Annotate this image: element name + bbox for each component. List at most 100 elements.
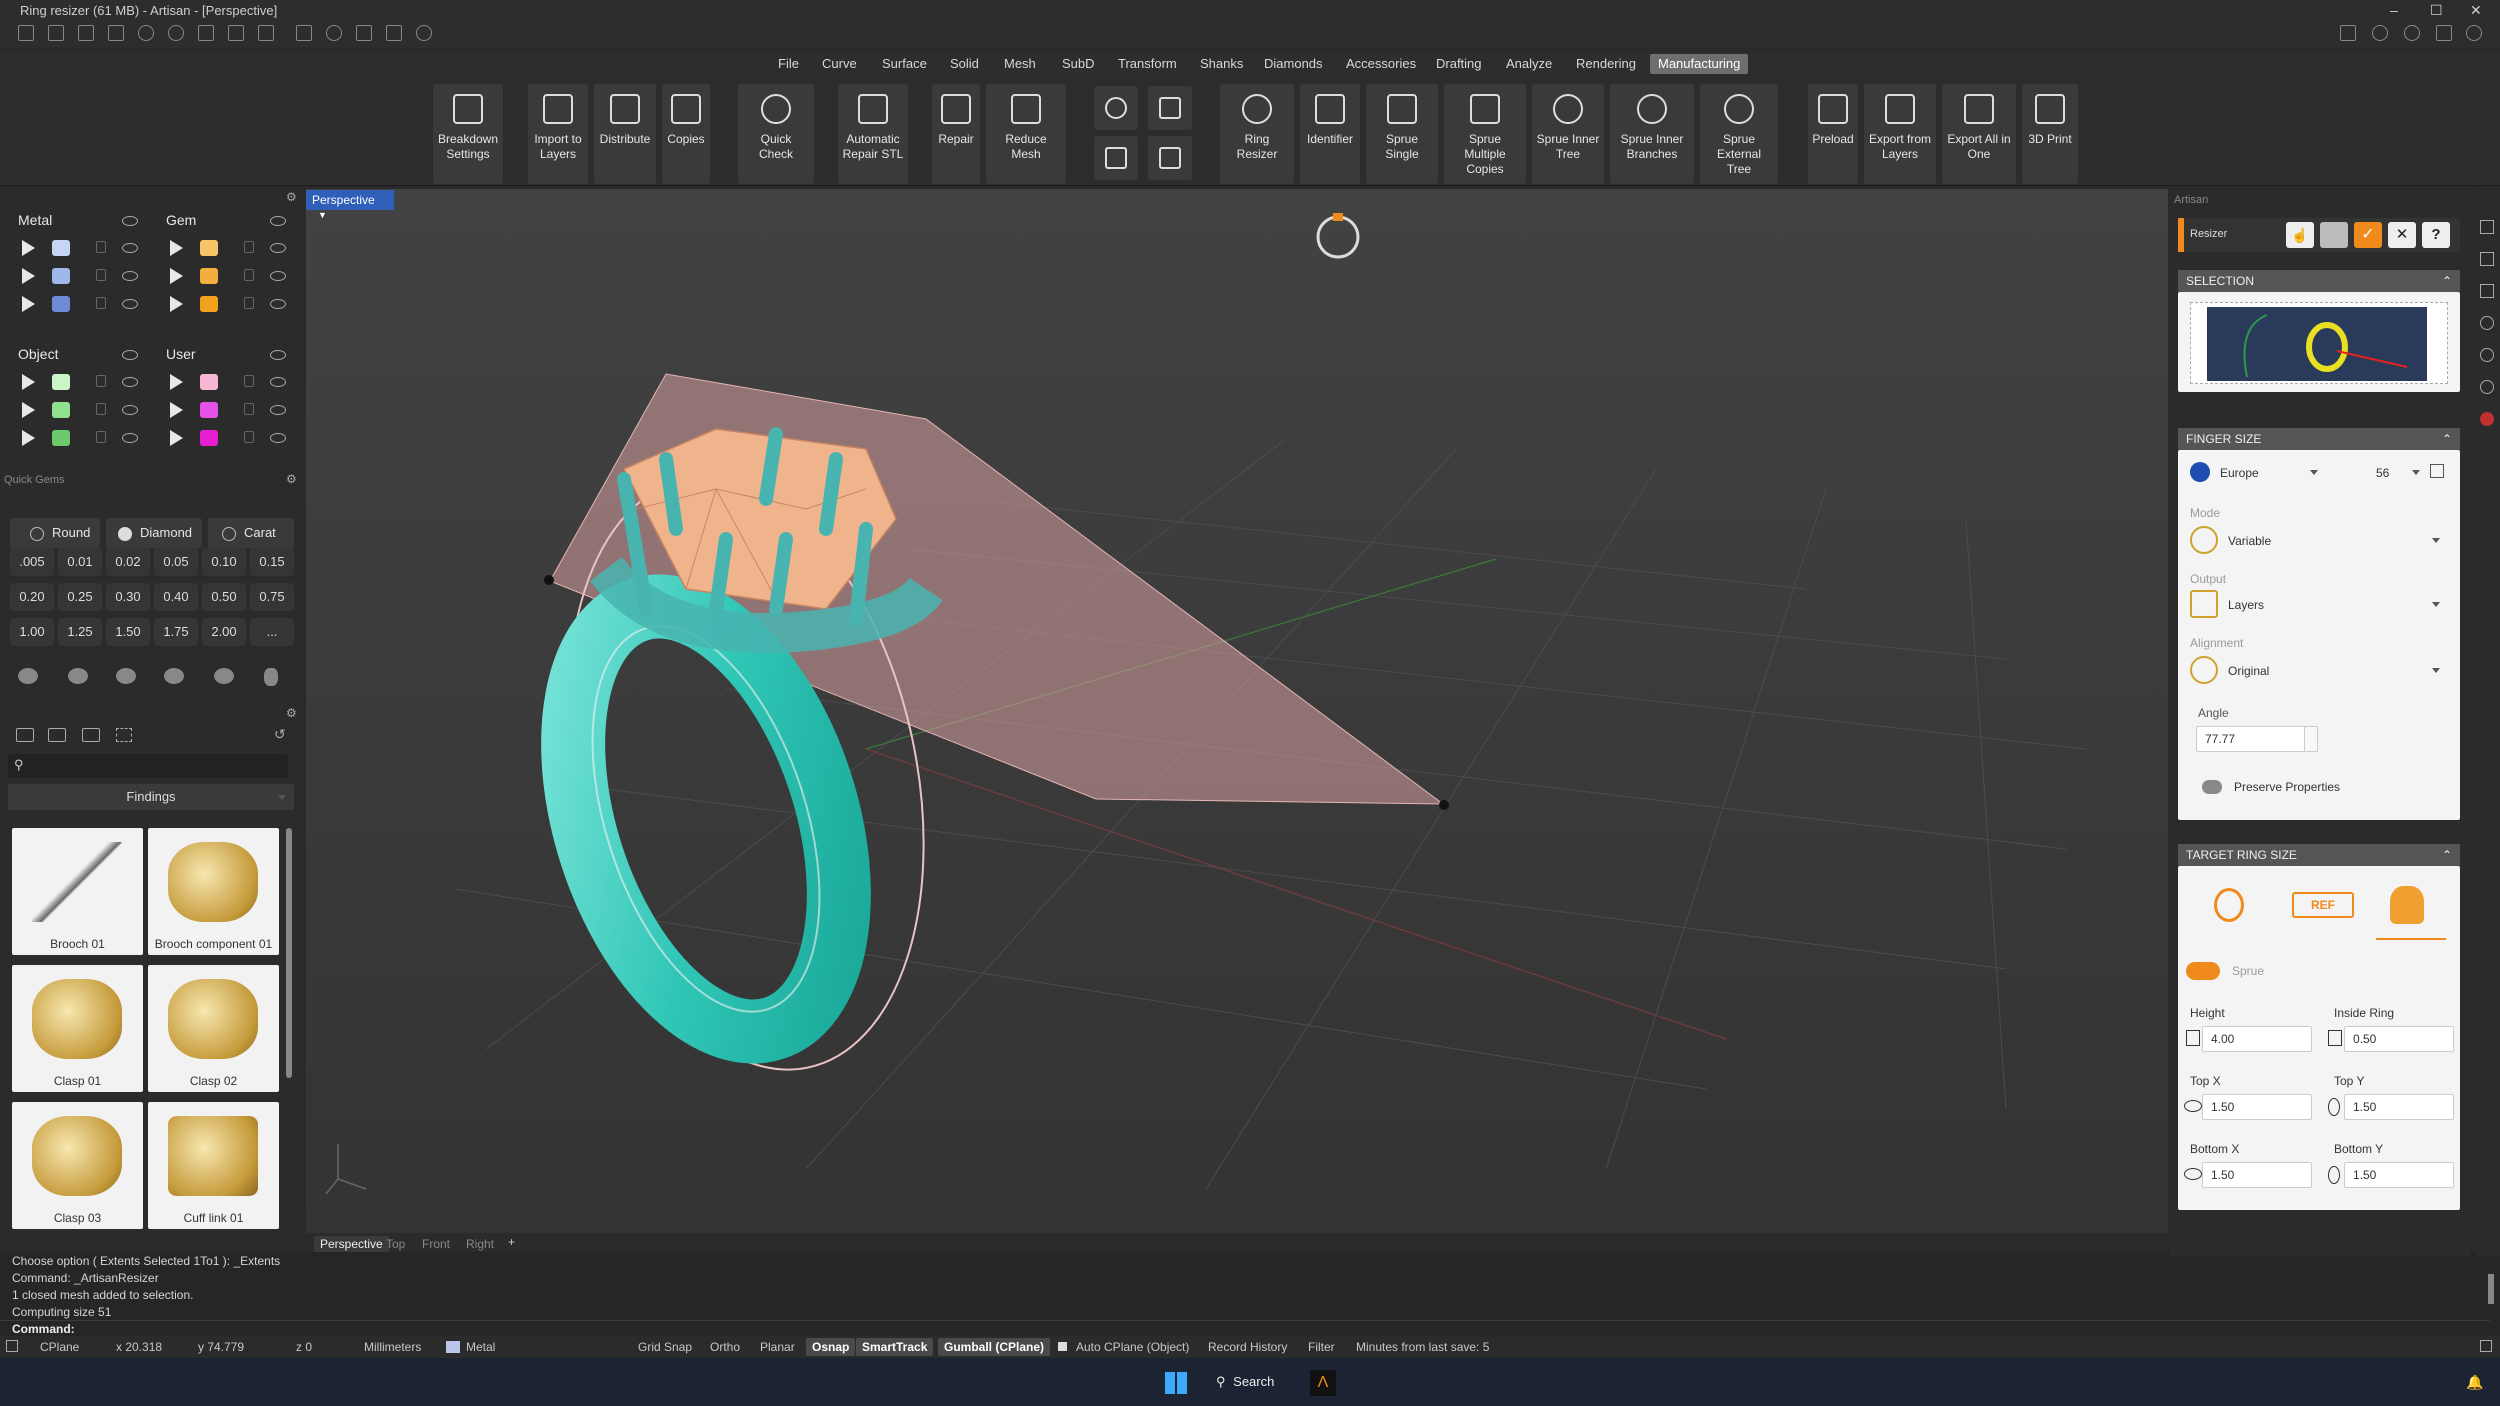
lock-icon[interactable] <box>244 375 254 387</box>
cancel-button[interactable]: ✕ <box>2388 222 2416 248</box>
library-scrollbar[interactable] <box>286 828 292 1078</box>
gem-size-button[interactable]: 1.75 <box>154 618 198 646</box>
selection-section-header[interactable]: SELECTION ⌃ <box>2178 270 2460 292</box>
menu-tab-solid[interactable]: Solid <box>942 54 987 74</box>
template-icon[interactable] <box>48 25 64 41</box>
eye-icon[interactable] <box>270 299 286 309</box>
gem-shape-icon[interactable] <box>214 668 234 684</box>
expand-icon[interactable] <box>22 240 35 256</box>
distribute-button[interactable]: Distribute <box>594 84 656 184</box>
expand-icon[interactable] <box>22 296 35 312</box>
panel-icon-1[interactable] <box>2340 25 2356 41</box>
library-item-clasp-03[interactable]: Clasp 03 <box>12 1102 143 1229</box>
size-table-icon[interactable] <box>2430 464 2444 478</box>
expand-icon[interactable] <box>170 296 183 312</box>
eye-icon[interactable] <box>122 271 138 281</box>
eye-icon[interactable] <box>122 299 138 309</box>
eye-icon[interactable] <box>122 433 138 443</box>
taskbar-search-button[interactable]: ⚲ Search <box>1208 1368 1288 1396</box>
eye-icon[interactable] <box>122 377 138 387</box>
gem-size-button[interactable]: 0.75 <box>250 583 294 611</box>
copy-icon[interactable] <box>258 25 274 41</box>
gem-size-button[interactable]: 0.15 <box>250 548 294 576</box>
gem-shape-icon[interactable] <box>164 668 184 684</box>
menu-tab-shanks[interactable]: Shanks <box>1192 54 1251 74</box>
orient-button[interactable] <box>1094 86 1138 130</box>
eye-icon[interactable] <box>270 216 286 226</box>
panel-icon-3[interactable] <box>2404 25 2420 41</box>
sprue-single-button[interactable]: Sprue Single <box>1366 84 1438 184</box>
library-item-clasp-02[interactable]: Clasp 02 <box>148 965 279 1092</box>
size-region[interactable]: Europe <box>2220 466 2259 480</box>
quick-gems-gear-icon[interactable]: ⚙ <box>286 472 297 486</box>
gem-shape-carat-button[interactable]: Carat <box>208 518 294 548</box>
strip-tool-icon[interactable] <box>2480 348 2494 362</box>
cplane-icon[interactable] <box>6 1340 18 1352</box>
gem-shape-icon[interactable] <box>68 668 88 684</box>
menu-tab-curve[interactable]: Curve <box>814 54 865 74</box>
menu-tab-diamonds[interactable]: Diamonds <box>1256 54 1331 74</box>
selection-preview[interactable] <box>2190 302 2448 384</box>
eye-icon[interactable] <box>270 377 286 387</box>
finger-size-section-header[interactable]: FINGER SIZE ⌃ <box>2178 428 2460 450</box>
expand-icon[interactable] <box>22 374 35 390</box>
mode-value[interactable]: Variable <box>2228 534 2271 548</box>
cplane-label[interactable]: CPlane <box>40 1340 79 1354</box>
windows-start-icon[interactable] <box>1165 1372 1187 1394</box>
export-from-layers-button[interactable]: Export from Layers <box>1864 84 1936 184</box>
panel-gear-icon[interactable]: ⚙ <box>286 190 297 204</box>
filter-toggle[interactable]: Filter <box>1308 1340 1335 1354</box>
expand-icon[interactable] <box>170 240 183 256</box>
gem-size-button[interactable]: 0.30 <box>106 583 150 611</box>
lock-icon[interactable] <box>244 297 254 309</box>
gem-shape-icon[interactable] <box>264 668 278 686</box>
checkbox-icon[interactable] <box>1058 1342 1067 1351</box>
panel-icon-2[interactable] <box>2372 25 2388 41</box>
open-folder-icon[interactable] <box>78 25 94 41</box>
eye-icon[interactable] <box>270 405 286 415</box>
new-file-icon[interactable] <box>18 25 34 41</box>
lock-icon[interactable] <box>244 403 254 415</box>
angle-input[interactable]: 77.77 <box>2196 726 2306 752</box>
sprue-inner-tree-button[interactable]: Sprue Inner Tree <box>1532 84 1604 184</box>
gem-shape-diamond-button[interactable]: Diamond <box>106 518 202 548</box>
layer-color-swatch[interactable] <box>200 430 218 446</box>
strip-tool-icon[interactable] <box>2480 220 2494 234</box>
notification-icon[interactable]: 🔔 <box>2466 1374 2483 1391</box>
settings-icon[interactable] <box>416 25 432 41</box>
gem-size-button[interactable]: 2.00 <box>202 618 246 646</box>
breakdown-settings-button[interactable]: Breakdown Settings <box>433 84 503 184</box>
redo-icon[interactable] <box>168 25 184 41</box>
ref-icon[interactable]: REF <box>2292 892 2354 918</box>
alignment-value[interactable]: Original <box>2228 664 2269 678</box>
box-button[interactable] <box>1148 86 1192 130</box>
view-tab-front[interactable]: Front <box>422 1237 450 1251</box>
expand-icon[interactable] <box>170 402 183 418</box>
gem-size-button[interactable]: 1.50 <box>106 618 150 646</box>
folder-add-icon[interactable] <box>48 728 66 742</box>
lock-icon[interactable] <box>96 403 106 415</box>
gem-size-button[interactable]: 0.25 <box>58 583 102 611</box>
expand-icon[interactable] <box>22 430 35 446</box>
preserve-toggle[interactable] <box>2202 780 2222 794</box>
gem-size-button[interactable]: .005 <box>10 548 54 576</box>
folder-icon[interactable] <box>16 728 34 742</box>
import-to-layers-button[interactable]: Import to Layers <box>528 84 588 184</box>
library-item-brooch-component-01[interactable]: Brooch component 01 <box>148 828 279 955</box>
smarttrack-toggle[interactable]: SmartTrack <box>856 1338 934 1356</box>
menu-tab-drafting[interactable]: Drafting <box>1428 54 1490 74</box>
sprue-multiple-copies-button[interactable]: Sprue Multiple Copies <box>1444 84 1526 184</box>
lock-icon[interactable] <box>244 269 254 281</box>
top-y-input[interactable]: 1.50 <box>2344 1094 2454 1120</box>
identifier-button[interactable]: Identifier <box>1300 84 1360 184</box>
size-value[interactable]: 56 <box>2376 466 2389 480</box>
gem-shape-icon[interactable] <box>18 668 38 684</box>
gem-shape-round-button[interactable]: Round <box>10 518 100 548</box>
menu-tab-manufacturing[interactable]: Manufacturing <box>1650 54 1749 74</box>
artisan-app-icon[interactable]: Λ <box>1310 1370 1336 1396</box>
lock-icon[interactable] <box>96 269 106 281</box>
current-layer-label[interactable]: Metal <box>466 1340 495 1354</box>
layer-color-swatch[interactable] <box>200 374 218 390</box>
expand-icon[interactable] <box>22 268 35 284</box>
strip-tool-icon[interactable] <box>2480 380 2494 394</box>
